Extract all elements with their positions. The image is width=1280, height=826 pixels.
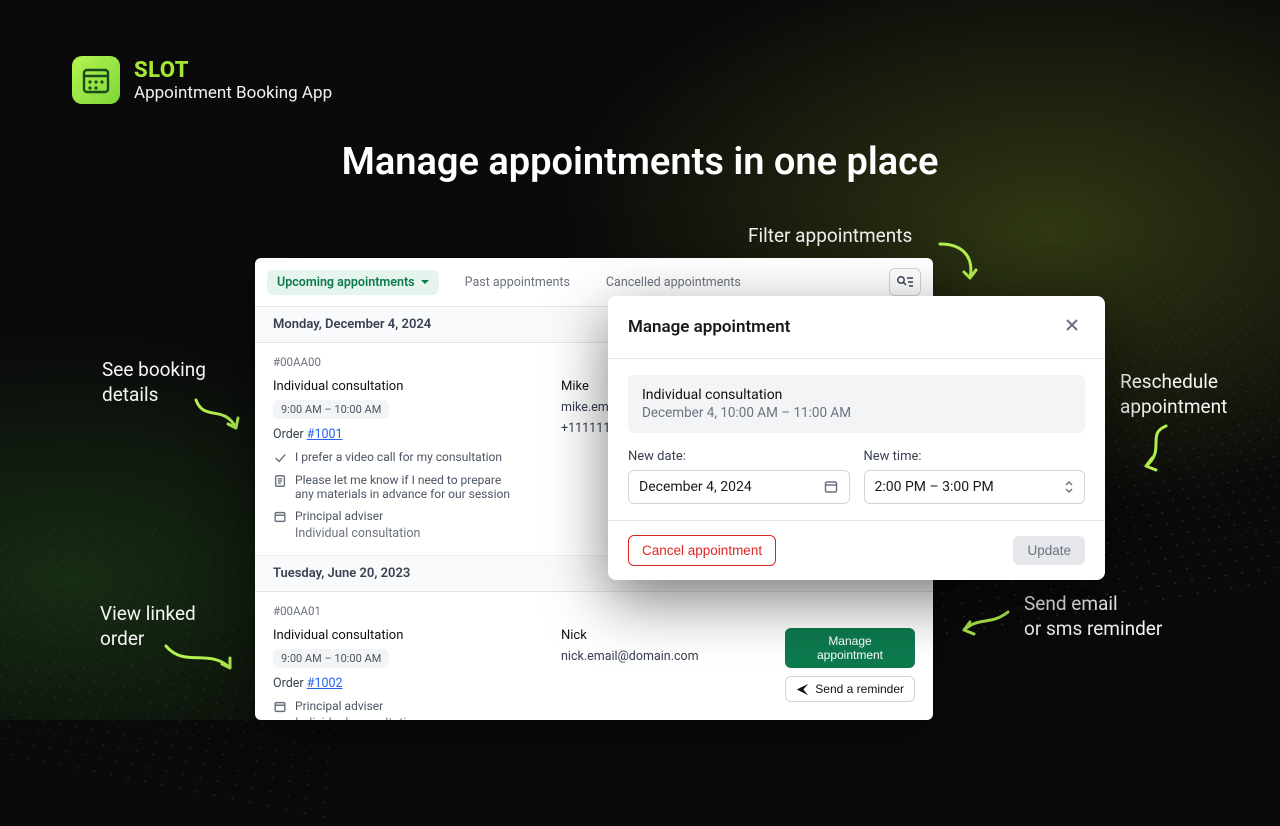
- calendar-icon: [273, 510, 287, 524]
- callout-reschedule: Rescheduleappointment: [1120, 370, 1227, 419]
- tab-upcoming[interactable]: Upcoming appointments: [267, 270, 439, 295]
- manage-appointment-modal: Manage appointment Individual consultati…: [608, 296, 1105, 580]
- new-time-label: New time:: [864, 449, 1086, 464]
- tab-cancelled[interactable]: Cancelled appointments: [596, 270, 751, 295]
- send-icon: [796, 683, 809, 696]
- appointment-title: Individual consultation: [273, 628, 543, 643]
- appointment-time: 9:00 AM – 10:00 AM: [273, 400, 389, 419]
- appointment-title: Individual consultation: [273, 379, 543, 394]
- contact-name: Nick: [561, 628, 767, 643]
- order-link[interactable]: #1002: [307, 676, 343, 691]
- adviser-sub: Individual consultation: [295, 716, 543, 720]
- page-title: Manage appointments in one place: [0, 140, 1280, 184]
- note-icon: [273, 474, 287, 488]
- update-button[interactable]: Update: [1013, 536, 1085, 565]
- brand-name: SLOT: [134, 58, 332, 83]
- send-reminder-button[interactable]: Send a reminder: [785, 676, 915, 702]
- select-arrows-icon: [1064, 480, 1074, 494]
- brand-logo: [72, 56, 120, 104]
- modal-title: Manage appointment: [628, 317, 790, 337]
- close-button[interactable]: [1059, 312, 1085, 342]
- calendar-icon: [80, 64, 112, 96]
- check-icon: [273, 451, 287, 465]
- adviser-row: Principal adviser: [273, 509, 543, 524]
- search-filter-icon: [896, 275, 914, 289]
- brand-header: SLOT Appointment Booking App: [72, 56, 332, 104]
- manage-appointment-button[interactable]: Manage appointment: [785, 628, 915, 668]
- appointment-summary: Individual consultation December 4, 10:0…: [628, 375, 1085, 433]
- adviser-row: Principal adviser: [273, 699, 543, 714]
- cancel-appointment-button[interactable]: Cancel appointment: [628, 535, 776, 566]
- new-date-input[interactable]: December 4, 2024: [628, 470, 850, 504]
- calendar-icon: [273, 700, 287, 714]
- new-time-select[interactable]: 2:00 PM – 3:00 PM: [864, 470, 1086, 504]
- order-label: Order: [273, 676, 304, 691]
- callout-details: See bookingdetails: [102, 358, 206, 407]
- calendar-icon: [823, 479, 839, 495]
- new-date-label: New date:: [628, 449, 850, 464]
- brand-subtitle: Appointment Booking App: [134, 83, 332, 103]
- summary-datetime: December 4, 10:00 AM – 11:00 AM: [642, 405, 1071, 421]
- preference-row: I prefer a video call for my consultatio…: [273, 450, 543, 465]
- summary-title: Individual consultation: [642, 387, 1071, 403]
- contact-email: nick.email@domain.com: [561, 649, 767, 664]
- adviser-sub: Individual consultation: [295, 526, 543, 541]
- order-label: Order: [273, 427, 304, 442]
- close-icon: [1063, 316, 1081, 334]
- callout-linked-order: View linkedorder: [100, 602, 196, 651]
- appointment-time: 9:00 AM – 10:00 AM: [273, 649, 389, 668]
- tab-past[interactable]: Past appointments: [455, 270, 580, 295]
- callout-reminder: Send emailor sms reminder: [1024, 592, 1162, 641]
- search-filter-button[interactable]: [889, 268, 921, 296]
- appointment-code: #00AA01: [273, 604, 915, 618]
- callout-filter: Filter appointments: [748, 224, 912, 249]
- note-row: Please let me know if I need to preparea…: [273, 473, 543, 501]
- arrow-icon: [956, 606, 1016, 650]
- appointment-row: #00AA01 Individual consultation 9:00 AM …: [255, 592, 933, 720]
- order-link[interactable]: #1001: [307, 427, 343, 442]
- arrow-icon: [1132, 420, 1182, 484]
- arrow-icon: [934, 238, 984, 292]
